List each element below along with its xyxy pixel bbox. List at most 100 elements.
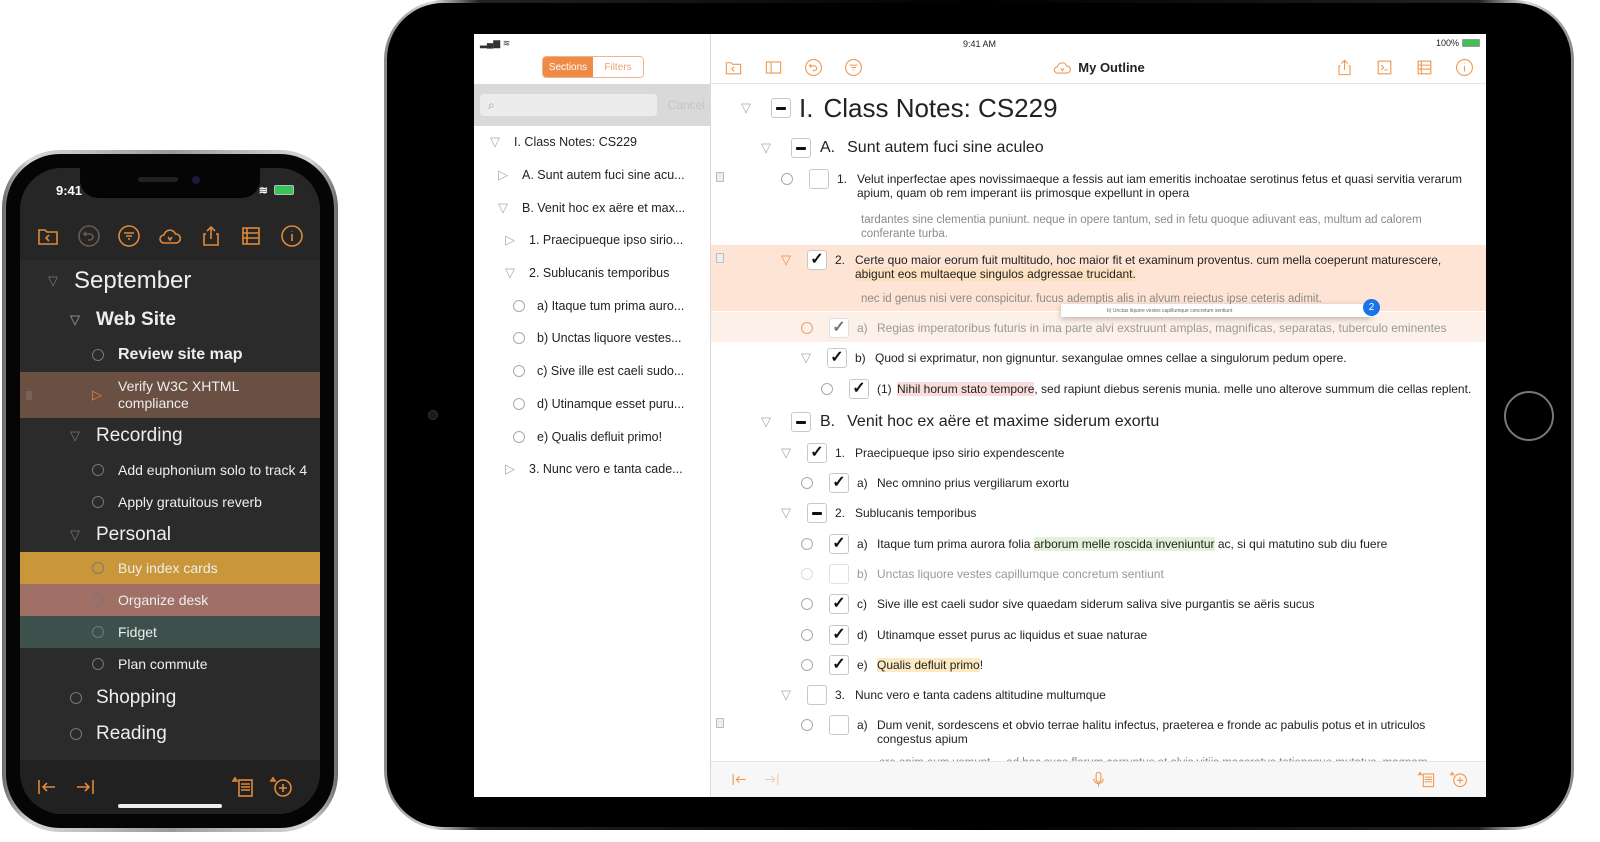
disclosure-triangle-icon[interactable]: ▽ [759, 412, 773, 432]
drag-handle-icon[interactable] [26, 390, 32, 400]
disclosure-triangle-icon[interactable]: ▽ [779, 688, 793, 702]
outline-row[interactable]: ✓ c) Sive ille est caeli sudor sive quae… [711, 594, 1486, 614]
sync-cloud-icon[interactable] [1052, 58, 1072, 78]
disclosure-triangle-icon[interactable]: ▽ [759, 138, 773, 158]
section-item[interactable]: ▽ 2. Sublucanis temporibus [474, 257, 710, 290]
outdent-icon[interactable] [729, 770, 749, 790]
checkbox-checked[interactable]: ✓ [829, 318, 849, 338]
outline-row[interactable]: Apply gratuitous reverb [20, 486, 320, 518]
row-note[interactable]: tardantes sine clementia puniunt. neque … [861, 213, 1466, 241]
outline-row[interactable]: Reading [20, 716, 320, 752]
checkbox-checked[interactable]: ✓ [829, 655, 849, 675]
outline-row-heading[interactable]: ▽ I. Class Notes: CS229 [739, 93, 1058, 123]
checkbox-mixed[interactable] [771, 98, 791, 118]
outline-row[interactable]: ✓ a) Regias imperatoribus futuris in ima… [711, 318, 1486, 338]
checkbox-checked[interactable]: ✓ [829, 534, 849, 554]
section-item[interactable]: ▽ I. Class Notes: CS229 [474, 126, 710, 159]
add-note-icon[interactable] [230, 774, 256, 800]
outline-row[interactable]: Shopping [20, 680, 320, 716]
status-circle-icon[interactable] [92, 658, 104, 670]
checkbox[interactable] [809, 169, 829, 189]
filter-icon[interactable] [843, 58, 863, 78]
outline-row[interactable]: 1. Velut inperfectae apes novissimaeque … [711, 169, 1486, 200]
add-row-icon[interactable] [1448, 770, 1468, 790]
status-circle-icon[interactable] [92, 626, 104, 638]
undo-icon[interactable] [803, 58, 823, 78]
status-circle-icon[interactable] [801, 598, 813, 610]
outline-row[interactable]: ✓ (1) Nihil horum stato tempore, sed rap… [711, 379, 1486, 399]
section-item[interactable]: a) Itaque tum prima auro... [474, 289, 710, 322]
outline-row[interactable]: ✓ a) Nec omnino prius vergiliarum exortu [711, 473, 1486, 493]
outdent-icon[interactable] [34, 774, 60, 800]
outline-row[interactable]: ▽ Personal [20, 518, 320, 552]
status-circle-icon[interactable] [92, 562, 104, 574]
search-input[interactable]: ⌕ [480, 94, 657, 116]
status-circle-icon[interactable] [513, 397, 525, 410]
outline-row[interactable]: a) Dum venit, sordescens et obvio terrae… [711, 715, 1486, 746]
disclosure-triangle-icon[interactable]: ▷ [92, 388, 104, 401]
section-item[interactable]: ▷ 3. Nunc vero e tanta cade... [474, 453, 710, 486]
disclosure-triangle-icon[interactable]: ▽ [70, 528, 82, 541]
status-circle-icon[interactable] [513, 365, 525, 378]
checkbox-checked[interactable]: ✓ [829, 594, 849, 614]
disclosure-triangle-icon[interactable]: ▽ [739, 93, 753, 123]
columns-icon[interactable] [238, 223, 264, 249]
folder-back-icon[interactable] [723, 58, 743, 78]
sidebar-icon[interactable] [763, 58, 783, 78]
disclosure-triangle-icon[interactable]: ▽ [70, 429, 82, 442]
disclosure-triangle-icon[interactable]: ▽ [779, 253, 793, 267]
status-circle-icon[interactable] [70, 692, 82, 704]
disclosure-triangle-icon[interactable]: ▽ [48, 274, 60, 287]
status-circle-icon[interactable] [513, 299, 525, 312]
outline-row[interactable]: ✓ d) Utinamque esset purus ac liquidus e… [711, 625, 1486, 645]
outline-row[interactable]: Review site map [20, 338, 320, 372]
info-icon[interactable] [279, 223, 305, 249]
drag-handle-icon[interactable] [716, 718, 724, 728]
outline-row[interactable]: ▽ 3. Nunc vero e tanta cadens altitudine… [711, 685, 1486, 705]
checkbox-checked[interactable]: ✓ [829, 625, 849, 645]
outline-row[interactable]: Fidget [20, 616, 320, 648]
disclosure-triangle-icon[interactable]: ▽ [779, 506, 793, 520]
indent-icon[interactable] [72, 774, 98, 800]
disclosure-triangle-icon[interactable]: ▷ [505, 461, 519, 477]
checkbox-checked[interactable]: ✓ [827, 348, 847, 368]
status-circle-icon[interactable] [801, 719, 813, 731]
checkbox-checked[interactable]: ✓ [807, 250, 827, 270]
outline-row[interactable]: Organize desk [20, 584, 320, 616]
cancel-button[interactable]: Cancel [657, 98, 705, 112]
disclosure-triangle-icon[interactable]: ▷ [505, 232, 519, 248]
outline-row[interactable]: ▽ ✓ 1. Praecipueque ipso sirio expendesc… [711, 443, 1486, 463]
checkbox-checked[interactable]: ✓ [807, 443, 827, 463]
disclosure-triangle-icon[interactable]: ▽ [799, 351, 813, 365]
share-icon[interactable] [198, 223, 224, 249]
checkbox-mixed[interactable] [807, 503, 827, 523]
home-button[interactable] [1504, 391, 1554, 441]
disclosure-triangle-icon[interactable]: ▽ [498, 200, 512, 216]
outline-row[interactable]: Add euphonium solo to track 4 [20, 454, 320, 486]
status-circle-icon[interactable] [801, 322, 813, 334]
outline-row[interactable]: ▽ Web Site [20, 302, 320, 338]
home-indicator[interactable] [118, 804, 222, 808]
drag-handle-icon[interactable] [716, 172, 724, 182]
outline-row[interactable]: Buy index cards [20, 552, 320, 584]
filter-icon[interactable] [116, 223, 142, 249]
section-item[interactable]: c) Sive ille est caeli sudo... [474, 355, 710, 388]
outline-row[interactable]: b) Unctas liquore vestes capillumque con… [711, 564, 1486, 584]
checkbox-checked[interactable]: ✓ [829, 473, 849, 493]
disclosure-triangle-icon[interactable]: ▷ [498, 167, 512, 183]
status-circle-icon[interactable] [821, 383, 833, 395]
outline-row[interactable]: ▽ B. Venit hoc ex aëre et maxime siderum… [759, 412, 1159, 432]
checkbox[interactable] [829, 564, 849, 584]
terminal-icon[interactable] [1374, 58, 1394, 78]
outline-row-selected[interactable]: ▽ ✓ 2. Certe quo maior eorum fuit multit… [711, 250, 1486, 281]
status-circle-icon[interactable] [801, 477, 813, 489]
outline-row[interactable]: ▽ A. Sunt autem fuci sine aculeo [759, 138, 1044, 158]
disclosure-triangle-icon[interactable]: ▽ [70, 313, 82, 326]
outline-row[interactable]: ▽ 2. Sublucanis temporibus [711, 503, 1486, 523]
status-circle-icon[interactable] [92, 464, 104, 476]
folder-back-icon[interactable] [35, 223, 61, 249]
status-circle-icon[interactable] [801, 629, 813, 641]
section-item[interactable]: ▷ A. Sunt autem fuci sine acu... [474, 159, 710, 192]
checkbox[interactable] [829, 715, 849, 735]
indent-icon[interactable] [761, 770, 781, 790]
